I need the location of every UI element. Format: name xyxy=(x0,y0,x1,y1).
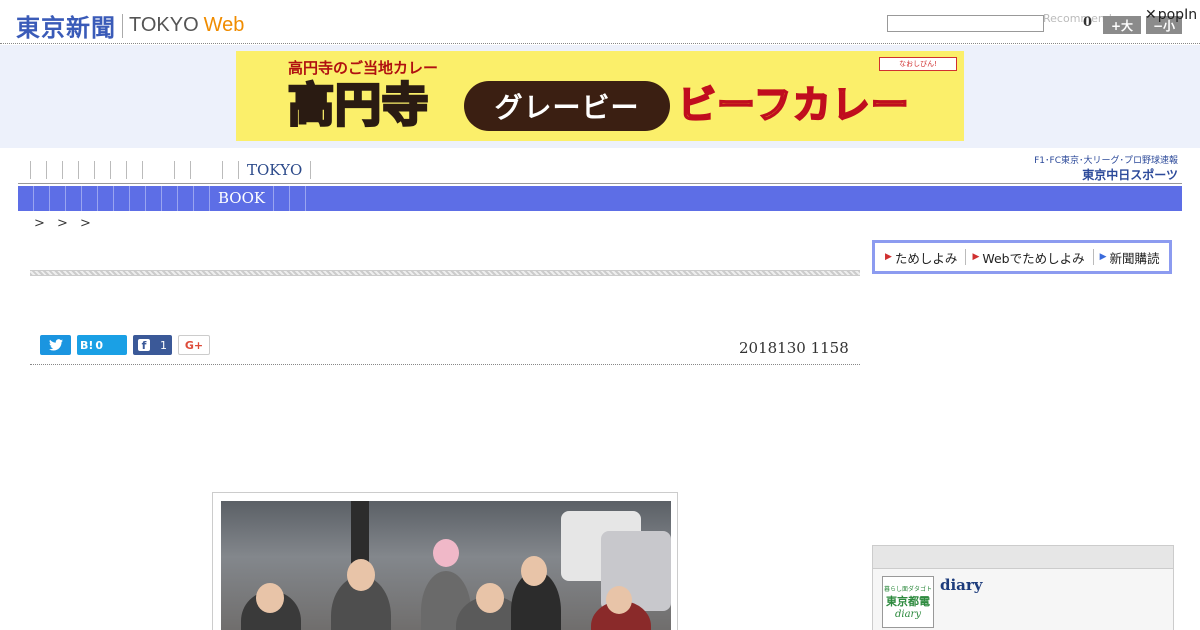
category-item[interactable] xyxy=(178,186,194,211)
recommend-count: 0 xyxy=(1083,15,1093,30)
share-buttons: B! 0 f 1 G+ xyxy=(40,335,216,355)
twitter-icon xyxy=(48,339,63,351)
ad-gravy-text: グレービー xyxy=(464,81,670,131)
category-item[interactable] xyxy=(50,186,66,211)
ad-main-text: 高円寺 xyxy=(287,77,430,134)
web-trial-link[interactable]: ▶ Webでためしよみ xyxy=(972,248,1090,267)
facebook-icon: f xyxy=(138,339,150,352)
article-photo-frame xyxy=(212,492,678,630)
article-photo[interactable] xyxy=(221,501,671,630)
category-item[interactable] xyxy=(82,186,98,211)
nav-item[interactable] xyxy=(222,161,238,179)
category-item[interactable] xyxy=(114,186,130,211)
logo-web: Web xyxy=(203,14,245,36)
category-item[interactable] xyxy=(66,186,82,211)
thumb-caption: 暮らし面ダタゴト xyxy=(883,586,932,593)
ad-beef-text: ビーフカレー xyxy=(677,82,910,128)
font-large-button[interactable]: +大 xyxy=(1103,16,1141,34)
category-item[interactable] xyxy=(34,186,50,211)
web-trial-label: Webでためしよみ xyxy=(982,250,1085,266)
category-item[interactable] xyxy=(146,186,162,211)
trial-divider xyxy=(965,249,967,265)
subscribe-link[interactable]: ▶ 新聞購読 xyxy=(1100,248,1166,267)
hatena-bookmark-button[interactable]: B! 0 xyxy=(77,335,127,355)
panel-header xyxy=(873,546,1173,569)
triangle-right-icon: ▶ xyxy=(885,252,892,262)
article-title-rule xyxy=(30,270,860,276)
nav-item[interactable] xyxy=(62,161,78,179)
nav-divider xyxy=(18,183,1182,184)
category-item[interactable] xyxy=(18,186,34,211)
chunichi-logo: 東京中日スポーツ xyxy=(1026,166,1178,184)
facebook-count: 1 xyxy=(160,338,167,352)
nav-item[interactable] xyxy=(110,161,126,179)
ad-badge: なおしびん! xyxy=(879,57,957,71)
category-item-book[interactable]: BOOK xyxy=(210,186,275,211)
trial-links: ▶ ためしよみ ▶ Webでためしよみ ▶ 新聞購読 xyxy=(872,240,1172,274)
triangle-right-icon: ▶ xyxy=(1099,252,1107,262)
trial-read-label: ためしよみ xyxy=(894,250,958,266)
nav-item[interactable] xyxy=(30,161,46,179)
nav-item-tokyo[interactable]: TOKYO xyxy=(238,161,312,179)
logo-tokyo: TOKYO xyxy=(129,14,199,36)
article-date: 2018130 1158 xyxy=(739,339,849,357)
facebook-share-button[interactable]: f 1 xyxy=(133,335,172,355)
banner-ad[interactable]: 高円寺のご当地カレー 高円寺 グレービー ビーフカレー なおしびん! xyxy=(236,51,964,141)
top-nav: TOKYO xyxy=(30,160,312,180)
category-item[interactable] xyxy=(162,186,178,211)
site-logo[interactable]: 東京新聞 TOKYO Web xyxy=(16,8,244,43)
diary-link[interactable]: diary xyxy=(940,576,983,594)
nav-item[interactable] xyxy=(174,161,190,179)
site-header: 東京新聞 TOKYO Web Recommend 0 +大 −小 ✕ popIn xyxy=(0,0,1200,44)
popin-widget[interactable]: ✕ popIn xyxy=(1145,7,1197,23)
category-item[interactable] xyxy=(290,186,307,211)
nav-item[interactable] xyxy=(46,161,62,179)
hatena-count: 0 xyxy=(95,338,104,352)
thumb-title: 東京都電 xyxy=(886,595,930,608)
category-item[interactable] xyxy=(274,186,291,211)
category-item[interactable] xyxy=(98,186,114,211)
nav-item[interactable] xyxy=(126,161,142,179)
close-icon[interactable]: ✕ xyxy=(1145,7,1157,23)
popin-brand: popIn xyxy=(1157,7,1198,23)
chunichi-caption: F1･FC東京･大リーグ･プロ野球速報 xyxy=(1034,156,1178,166)
breadcrumb[interactable]: > > > xyxy=(34,216,95,231)
category-nav: BOOK xyxy=(18,186,1182,211)
ad-subtitle: 高円寺のご当地カレー xyxy=(288,59,439,77)
recommend-label: Recommend xyxy=(1043,12,1112,25)
logo-divider xyxy=(122,13,123,38)
category-item[interactable] xyxy=(194,186,210,211)
date-divider xyxy=(30,364,860,365)
trial-read-link[interactable]: ▶ ためしよみ xyxy=(885,248,963,267)
chunichi-sports-link[interactable]: F1･FC東京･大リーグ･プロ野球速報 東京中日スポーツ xyxy=(1026,153,1178,184)
google-plus-share-button[interactable]: G+ xyxy=(178,335,210,355)
nav-item[interactable] xyxy=(78,161,94,179)
category-item[interactable] xyxy=(130,186,146,211)
diary-thumbnail[interactable]: 暮らし面ダタゴト 東京都電 diary xyxy=(882,576,934,628)
nav-item[interactable] xyxy=(94,161,110,179)
thumb-diary: diary xyxy=(895,609,921,620)
logo-japanese: 東京新聞 xyxy=(16,14,116,42)
twitter-share-button[interactable] xyxy=(40,335,71,355)
nav-item[interactable] xyxy=(142,161,174,179)
triangle-right-icon: ▶ xyxy=(972,252,980,262)
diary-panel: 暮らし面ダタゴト 東京都電 diary diary xyxy=(872,545,1174,630)
search-input[interactable] xyxy=(887,15,1044,32)
trial-divider xyxy=(1092,249,1094,265)
ad-band: 高円寺のご当地カレー 高円寺 グレービー ビーフカレー なおしびん! xyxy=(0,45,1200,148)
nav-item[interactable] xyxy=(190,161,222,179)
hatena-label: B! xyxy=(80,338,94,352)
subscribe-label: 新聞購読 xyxy=(1109,250,1160,266)
